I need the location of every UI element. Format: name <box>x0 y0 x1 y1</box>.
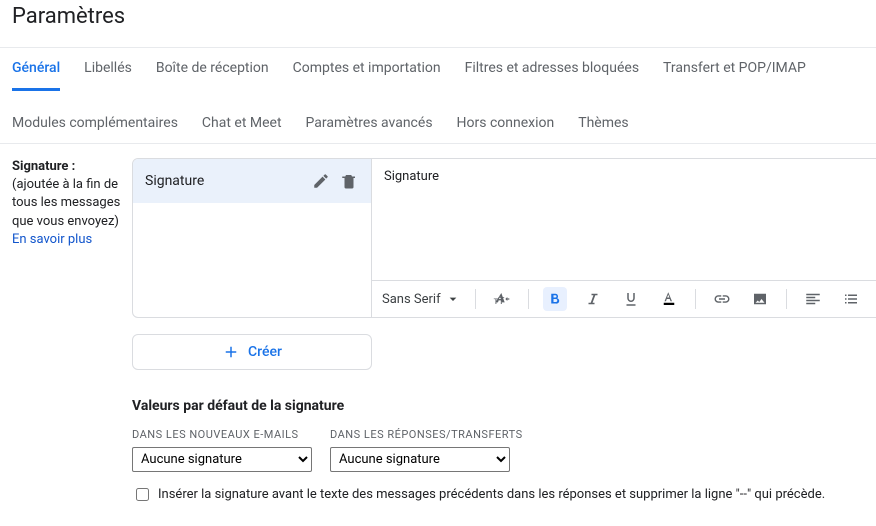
tab-offline[interactable]: Hors connexion <box>457 115 555 143</box>
font-family-label: Sans Serif <box>382 292 441 307</box>
toolbar-separator <box>695 289 696 309</box>
signature-section-label: Signature : (ajoutée à la fin de tous le… <box>12 158 132 249</box>
align-icon[interactable] <box>801 287 825 311</box>
bold-icon[interactable] <box>543 287 567 311</box>
toolbar-separator <box>475 289 476 309</box>
defaults-reply-select[interactable]: Aucune signature <box>330 447 510 472</box>
signature-label-title: Signature : <box>12 159 75 174</box>
font-family-select[interactable]: Sans Serif <box>382 291 461 307</box>
font-size-icon[interactable]: тT <box>490 287 514 311</box>
tab-accounts[interactable]: Comptes et importation <box>293 60 441 91</box>
edit-icon[interactable] <box>311 171 331 191</box>
toolbar-separator <box>786 289 787 309</box>
signature-item-label: Signature <box>145 173 303 189</box>
svg-text:тT: тT <box>493 296 504 307</box>
defaults-new-label: DANS LES NOUVEAUX E-MAILS <box>132 428 312 441</box>
signature-list-item[interactable]: Signature <box>133 159 371 203</box>
tab-labels[interactable]: Libellés <box>84 60 132 91</box>
insert-before-label: Insérer la signature avant le texte des … <box>158 486 825 504</box>
signature-list: Signature <box>132 158 372 318</box>
insert-before-row[interactable]: Insérer la signature avant le texte des … <box>132 486 876 504</box>
create-signature-label: Créer <box>248 344 282 360</box>
tab-general[interactable]: Général <box>12 60 60 91</box>
tab-inbox[interactable]: Boîte de réception <box>156 60 269 91</box>
tab-chat[interactable]: Chat et Meet <box>202 115 282 143</box>
text-color-icon[interactable] <box>657 287 681 311</box>
tab-advanced[interactable]: Paramètres avancés <box>306 115 433 143</box>
tab-addons[interactable]: Modules complémentaires <box>12 115 178 143</box>
italic-icon[interactable] <box>581 287 605 311</box>
link-icon[interactable] <box>710 287 734 311</box>
tab-themes[interactable]: Thèmes <box>578 115 628 143</box>
signature-editor-body[interactable]: Signature <box>372 159 876 280</box>
tab-filters[interactable]: Filtres et adresses bloquées <box>465 60 639 91</box>
create-signature-button[interactable]: Créer <box>132 334 372 370</box>
signature-editor: Signature Sans Serif тT <box>372 158 876 318</box>
defaults-new-select[interactable]: Aucune signature <box>132 447 312 472</box>
signature-label-desc: (ajoutée à la fin de tous les messages q… <box>12 177 120 228</box>
learn-more-link[interactable]: En savoir plus <box>12 232 92 247</box>
signature-toolbar: Sans Serif тT <box>372 280 876 317</box>
defaults-reply-label: DANS LES RÉPONSES/TRANSFERTS <box>330 428 523 441</box>
delete-icon[interactable] <box>339 171 359 191</box>
page-title: Paramètres <box>0 0 876 48</box>
defaults-title: Valeurs par défaut de la signature <box>132 398 876 414</box>
list-icon[interactable] <box>839 287 863 311</box>
toolbar-separator <box>528 289 529 309</box>
plus-icon <box>222 343 240 361</box>
underline-icon[interactable] <box>619 287 643 311</box>
image-icon[interactable] <box>748 287 772 311</box>
insert-before-checkbox[interactable] <box>136 488 149 501</box>
tab-forwarding[interactable]: Transfert et POP/IMAP <box>663 60 806 91</box>
settings-tabs: Général Libellés Boîte de réception Comp… <box>0 48 876 144</box>
